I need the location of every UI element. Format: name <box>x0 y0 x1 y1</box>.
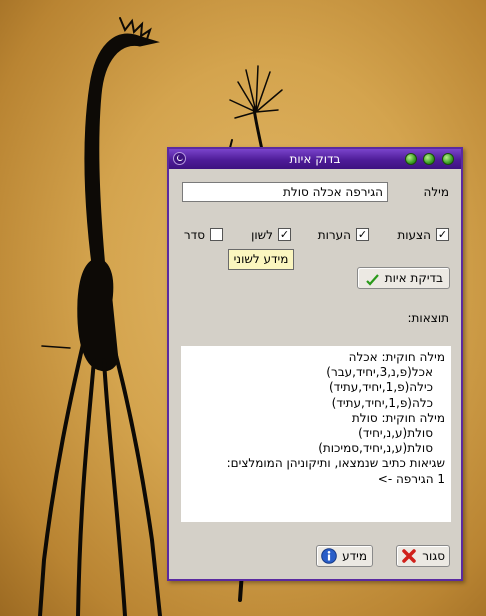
close-button-label: סגור <box>422 549 445 563</box>
title-bar[interactable]: בדוק איות <box>169 149 461 169</box>
window-title: בדוק איות <box>289 152 341 166</box>
language-info-tooltip: מידע לשוני <box>228 249 294 270</box>
option-label: לשון <box>251 228 273 242</box>
abc-check-icon: ABC <box>366 274 379 286</box>
option-label: סדר <box>183 228 205 242</box>
maximize-icon[interactable] <box>423 153 435 165</box>
results-label: תוצאות: <box>407 311 450 325</box>
results-box: מילה חוקית: אכלה אכל(פ,נ,3,יחיד,עבר) כיל… <box>181 346 451 522</box>
result-line: 1 הגירפה -> <box>377 471 445 486</box>
option-label: הצעות <box>397 228 431 242</box>
result-line: סולת(ע,נ,יחיד) <box>358 426 433 441</box>
result-line: מילה חוקית: סולת <box>351 410 445 425</box>
word-label: מילה <box>423 185 450 199</box>
option-comments[interactable]: ✓ הערות <box>309 228 369 244</box>
spell-check-button[interactable]: בדיקת איות ABC <box>357 267 450 289</box>
spell-check-window: בדוק איות מילה ✓ הצעות ✓ הערות ✓ לשון סד… <box>167 147 463 581</box>
option-language[interactable]: ✓ לשון <box>241 228 291 244</box>
language-checkbox[interactable]: ✓ <box>278 228 291 241</box>
info-button-label: מידע <box>342 549 367 563</box>
suggestions-checkbox[interactable]: ✓ <box>436 228 449 241</box>
minimize-icon[interactable] <box>405 153 417 165</box>
result-line: מילה חוקית: אכלה <box>348 350 445 364</box>
info-button[interactable]: מידע <box>316 545 373 567</box>
comments-checkbox[interactable]: ✓ <box>356 228 369 241</box>
close-button[interactable]: סגור <box>396 545 450 567</box>
close-window-icon[interactable] <box>442 153 454 165</box>
option-label: הערות <box>317 228 351 242</box>
info-icon <box>321 548 337 564</box>
result-line: שגיאות כתיב שנמצאו, ותיקוניהן המומלצים: <box>226 456 445 471</box>
red-x-icon <box>402 549 416 563</box>
result-line: כלה(פ,1,יחיד,עתיד) <box>331 395 433 410</box>
result-line: כילה(פ,1,יחיד,עתיד) <box>328 380 433 395</box>
result-line: סולת(ע,נ,יחיד,סמיכות) <box>318 441 433 456</box>
order-checkbox[interactable] <box>210 228 223 241</box>
result-line: אכל(פ,נ,3,יחיד,עבר) <box>326 365 433 380</box>
word-input[interactable] <box>182 182 388 202</box>
option-suggestions[interactable]: ✓ הצעות <box>389 228 449 244</box>
spell-check-button-label: בדיקת איות <box>384 271 443 285</box>
option-order[interactable]: סדר <box>177 228 223 244</box>
dialog-content: מילה ✓ הצעות ✓ הערות ✓ לשון סדר מידע לשו… <box>169 169 461 579</box>
